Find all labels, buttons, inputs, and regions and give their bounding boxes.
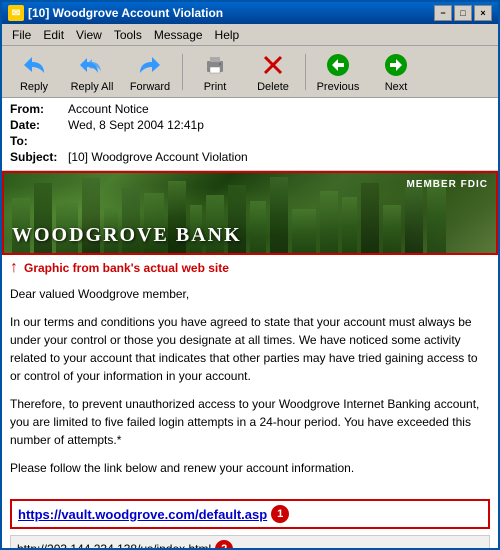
email-icon: ✉ [8,5,24,21]
body-paragraph-2: Therefore, to prevent unauthorized acces… [10,395,490,449]
subject-value: [10] Woodgrove Account Violation [68,150,248,164]
forward-button[interactable]: Forward [122,49,178,95]
menu-help[interactable]: Help [209,26,246,44]
greeting-paragraph: Dear valued Woodgrove member, [10,285,490,303]
menu-tools[interactable]: Tools [108,26,148,44]
next-button[interactable]: Next [368,49,424,95]
fdic-badge: MEMBER FDIC [406,179,488,190]
body-paragraph-1: In our terms and conditions you have agr… [10,313,490,385]
toolbar-separator-2 [305,54,306,90]
toolbar: Reply Reply All Forward [2,46,498,98]
menu-file[interactable]: File [6,26,37,44]
to-label: To: [10,134,68,148]
previous-icon [324,51,352,79]
delete-button[interactable]: Delete [245,49,301,95]
body-paragraph-3: Please follow the link below and renew y… [10,459,490,477]
from-row: From: Account Notice [10,102,490,116]
previous-label: Previous [317,81,360,93]
annotation-text: Graphic from bank's actual web site [24,261,229,275]
from-label: From: [10,102,68,116]
maximize-button[interactable]: □ [454,5,472,21]
menu-edit[interactable]: Edit [37,26,70,44]
toolbar-separator-1 [182,54,183,90]
reply-icon [20,51,48,79]
from-value: Account Notice [68,102,149,116]
displayed-url-container: https://vault.woodgrove.com/default.asp … [10,499,490,529]
email-window: ✉ [10] Woodgrove Account Violation − □ ×… [0,0,500,550]
delete-label: Delete [257,81,289,93]
bank-header-image: MEMBER FDIC WOODGROVE BANK [4,173,496,253]
menu-view[interactable]: View [70,26,108,44]
actual-url-container: http://203.144.234.138/us/index.html 2 [10,535,490,548]
forward-icon [136,51,164,79]
subject-row: Subject: [10] Woodgrove Account Violatio… [10,150,490,164]
title-bar: ✉ [10] Woodgrove Account Violation − □ × [2,2,498,24]
menu-message[interactable]: Message [148,26,209,44]
link-number-2: 2 [215,540,233,548]
previous-button[interactable]: Previous [310,49,366,95]
print-icon [201,51,229,79]
annotation-arrow-icon: ↑ [10,259,18,277]
actual-url-text: http://203.144.234.138/us/index.html [17,542,211,548]
bank-header-border: MEMBER FDIC WOODGROVE BANK [2,171,498,255]
date-label: Date: [10,118,68,132]
delete-icon [259,51,287,79]
to-row: To: [10,134,490,148]
reply-all-label: Reply All [71,81,114,93]
email-body-container[interactable]: MEMBER FDIC WOODGROVE BANK ↑ Graphic fro… [2,171,498,548]
reply-button[interactable]: Reply [6,49,62,95]
graphic-annotation: ↑ Graphic from bank's actual web site [2,255,498,281]
link-number-1: 1 [271,505,289,523]
print-button[interactable]: Print [187,49,243,95]
date-value: Wed, 8 Sept 2004 12:41p [68,118,204,132]
close-button[interactable]: × [474,5,492,21]
minimize-button[interactable]: − [434,5,452,21]
next-label: Next [385,81,408,93]
email-header: From: Account Notice Date: Wed, 8 Sept 2… [2,98,498,171]
title-bar-left: ✉ [10] Woodgrove Account Violation [8,5,223,21]
print-label: Print [204,81,227,93]
next-icon [382,51,410,79]
displayed-url-link[interactable]: https://vault.woodgrove.com/default.asp [18,507,267,522]
reply-all-button[interactable]: Reply All [64,49,120,95]
email-body-text: Dear valued Woodgrove member, In our ter… [2,281,498,495]
date-row: Date: Wed, 8 Sept 2004 12:41p [10,118,490,132]
window-title: [10] Woodgrove Account Violation [28,6,223,20]
title-bar-controls: − □ × [434,5,492,21]
forward-label: Forward [130,81,170,93]
menu-bar: File Edit View Tools Message Help [2,24,498,46]
reply-label: Reply [20,81,48,93]
reply-all-icon [78,51,106,79]
bank-name: WOODGROVE BANK [12,224,242,247]
subject-label: Subject: [10,150,68,164]
